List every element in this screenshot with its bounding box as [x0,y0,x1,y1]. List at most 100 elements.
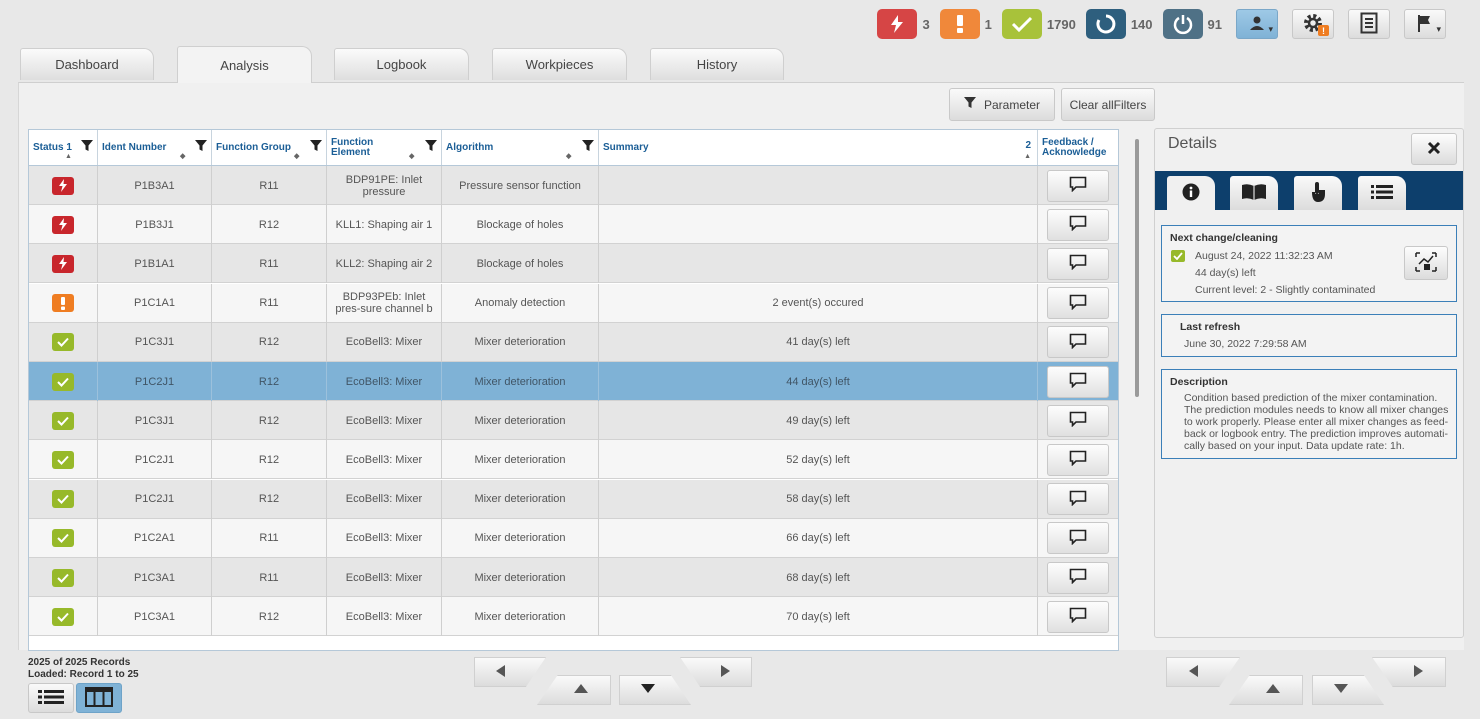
filter-icon[interactable] [81,140,93,155]
cell-element: EcoBell3: Mixer [327,558,442,597]
settings-button[interactable]: ! [1292,9,1334,39]
stat-error[interactable]: 3 [877,9,930,39]
feedback-button[interactable] [1047,443,1109,476]
cell-feedback [1038,480,1118,519]
table-row[interactable]: P1B3J1 R12 KLL1: Shaping air 1 Blockage of … [29,205,1118,245]
close-details-button[interactable] [1411,133,1457,165]
feedback-button[interactable] [1047,561,1109,594]
filter-icon[interactable] [195,140,207,155]
cell-algorithm: Mixer deterioration [442,440,599,480]
feedback-button[interactable] [1047,404,1109,437]
details-next-button[interactable] [1372,657,1446,687]
cell-summary: 41 day(s) left [599,322,1038,362]
feedback-button[interactable] [1047,483,1109,516]
page-prev-button[interactable] [474,657,546,687]
trend-chart-button[interactable] [1404,246,1448,280]
table-row[interactable]: P1C1A1 R11 BDP93PEb: Inlet pres-sure chann… [29,283,1118,323]
feedback-button[interactable] [1047,287,1109,320]
cell-element: EcoBell3: Mixer [327,479,442,519]
column-function-element[interactable]: Function Element ◆ [327,130,442,165]
cell-element: KLL1: Shaping air 1 [327,205,442,245]
filter-icon[interactable] [582,140,594,155]
stat-off[interactable]: 91 [1162,9,1222,39]
next-change-card: Next change/cleaning August 24, 2022 11:… [1161,225,1457,302]
parameter-filter-button[interactable]: Parameter [949,88,1055,121]
tab-analysis[interactable]: Analysis [177,46,312,83]
stat-ok[interactable]: 1790 [1001,9,1076,39]
column-status-label: Status [33,141,64,153]
details-down-button[interactable] [1312,675,1384,705]
details-title: Details [1168,135,1217,152]
feedback-button[interactable] [1047,169,1109,202]
scroll-down-button[interactable] [619,675,691,705]
checkmark-icon [52,411,74,430]
table-row-selected[interactable]: P1C2J1 R12 EcoBell3: Mixer Mixer deteriorat… [29,362,1118,401]
column-status[interactable]: Status 1 ▲ [29,130,98,165]
details-prev-button[interactable] [1166,657,1240,687]
touch-icon [1308,180,1328,207]
details-tab-list[interactable] [1358,176,1406,210]
table-row[interactable]: P1C3A1 R11 EcoBell3: Mixer Mixer deteriorat… [29,558,1118,597]
cell-status [29,479,98,519]
user-button[interactable]: ▾ [1236,9,1278,39]
feedback-button[interactable] [1047,326,1109,359]
table-view-button[interactable] [76,683,122,713]
list-view-button[interactable] [28,683,74,713]
page-next-button[interactable] [680,657,752,687]
column-feedback[interactable]: Feedback / Acknowledge [1038,130,1118,165]
tab-logbook[interactable]: Logbook [334,48,469,80]
clear-filters-button[interactable]: Clear allFilters [1061,88,1155,121]
records-count: 2025 of 2025 Records [28,657,131,668]
table-row[interactable]: P1C2A1 R11 EcoBell3: Mixer Mixer deteriorat… [29,518,1118,558]
feedback-button[interactable] [1047,208,1109,241]
column-algorithm[interactable]: Algorithm ◆ [442,130,599,165]
cell-feedback [1038,401,1118,440]
details-tab-manual[interactable] [1230,176,1278,210]
details-up-button[interactable] [1229,675,1303,705]
cell-ident: P1B3J1 [98,205,212,245]
sort-icon: ◆ [409,153,415,160]
table-row[interactable]: P1C2J1 R12 EcoBell3: Mixer Mixer deteriorat… [29,440,1118,480]
tab-workpieces[interactable]: Workpieces [492,48,627,80]
column-ident-number[interactable]: Ident Number ◆ [98,130,212,165]
column-summary[interactable]: Summary 2 ▲ [599,130,1038,165]
feedback-button[interactable] [1047,247,1109,280]
cell-ident: P1C3A1 [98,558,212,597]
feedback-button[interactable] [1047,522,1109,555]
details-tab-info[interactable] [1167,176,1215,210]
column-summary-label: Summary [603,141,649,153]
description-line: Condition based prediction of the mixer … [1184,392,1438,404]
filter-icon[interactable] [310,140,322,155]
table-row[interactable]: P1C3J1 R12 EcoBell3: Mixer Mixer deteriorat… [29,322,1118,362]
cell-feedback [1038,597,1118,636]
comment-icon [1069,372,1087,391]
table-row[interactable]: P1C3J1 R12 EcoBell3: Mixer Mixer deteriorat… [29,401,1118,441]
feedback-button[interactable] [1047,365,1109,398]
tab-history[interactable]: History [650,48,784,80]
table-row[interactable]: P1B1A1 R11 KLL2: Shaping air 2 Blockage of … [29,244,1118,284]
cell-status [29,166,98,205]
table-row[interactable]: P1C2J1 R12 EcoBell3: Mixer Mixer deteriorat… [29,479,1118,519]
details-tab-actions[interactable] [1294,176,1342,210]
report-button[interactable] [1348,9,1390,39]
vertical-scrollbar[interactable] [1135,139,1139,397]
language-button[interactable]: ▾ [1404,9,1446,39]
stat-running[interactable]: 140 [1085,9,1153,39]
table-row[interactable]: P1B3A1 R11 BDP91PE: Inlet pressure Pressure… [29,166,1118,205]
tab-dashboard[interactable]: Dashboard [20,48,154,80]
column-algorithm-label: Algorithm [446,141,494,153]
column-function-group[interactable]: Function Group ◆ [212,130,327,165]
flag-icon [1416,13,1434,36]
scroll-up-button[interactable] [537,675,611,705]
filter-icon [963,97,976,112]
filter-icon[interactable] [425,140,437,155]
cell-status [29,518,98,558]
error-icon [877,9,918,39]
table-row[interactable]: P1C3A1 R12 EcoBell3: Mixer Mixer deteriorat… [29,597,1118,637]
status-bar: 3 1 1790 140 91 ▾ ! ▾ [877,8,1446,40]
feedback-button[interactable] [1047,600,1109,633]
stat-warning[interactable]: 1 [939,9,992,39]
arrow-left-icon [496,664,506,680]
next-change-title: Next change/cleaning [1170,232,1278,244]
details-panel: Details Next change/cleaning August 24, … [1154,128,1464,638]
